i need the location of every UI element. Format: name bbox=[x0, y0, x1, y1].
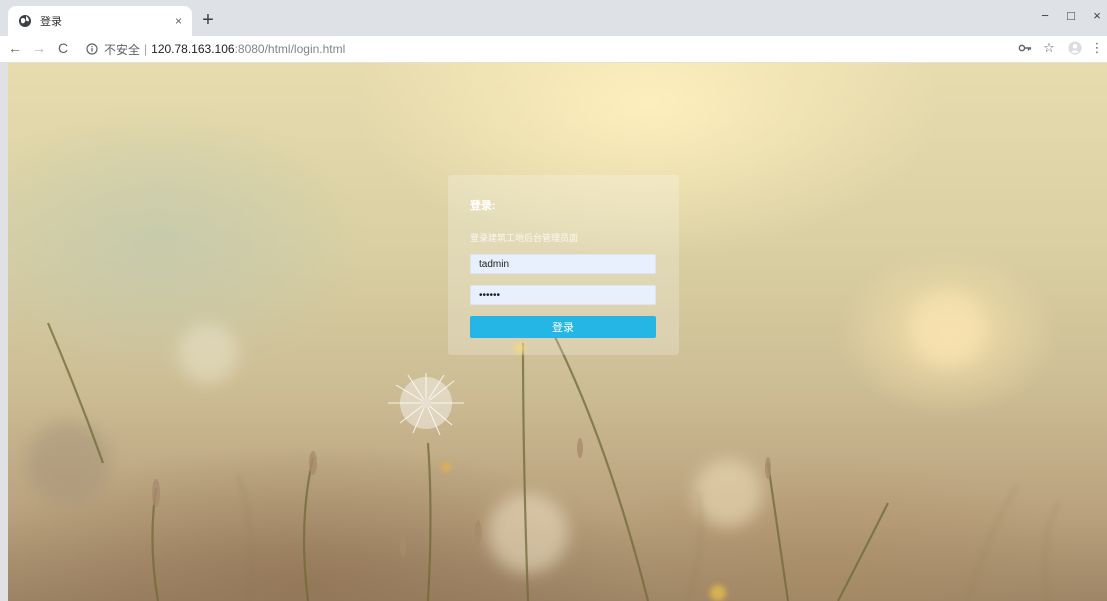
security-label: 不安全 bbox=[104, 42, 141, 57]
tab-close-icon[interactable]: × bbox=[175, 14, 182, 28]
close-window-button[interactable]: × bbox=[1087, 8, 1107, 23]
login-button[interactable]: 登录 bbox=[470, 316, 656, 338]
page-viewport: 登录: 登录建筑工地后台管理员面 登录 bbox=[8, 63, 1107, 601]
maximize-button[interactable]: □ bbox=[1061, 8, 1081, 23]
minimize-button[interactable]: − bbox=[1035, 8, 1055, 23]
profile-icon[interactable] bbox=[1066, 39, 1084, 57]
key-icon[interactable] bbox=[1016, 39, 1034, 57]
login-subtitle: 登录建筑工地后台管理员面 bbox=[470, 233, 579, 243]
tab-title: 登录 bbox=[40, 16, 62, 28]
info-icon[interactable] bbox=[86, 43, 98, 55]
tab-strip: 登录 × + − □ × bbox=[0, 0, 1107, 36]
address-bar[interactable]: 不安全 | 120.78.163.106 :8080/html/login.ht… bbox=[86, 38, 1006, 60]
password-input[interactable] bbox=[470, 285, 656, 305]
star-icon[interactable]: ☆ bbox=[1040, 39, 1058, 57]
browser-tab[interactable]: 登录 × bbox=[8, 6, 192, 36]
new-tab-button[interactable]: + bbox=[197, 10, 219, 32]
forward-button[interactable]: → bbox=[30, 40, 48, 56]
username-input[interactable] bbox=[470, 254, 656, 274]
login-panel: 登录: 登录建筑工地后台管理员面 登录 bbox=[448, 175, 679, 355]
back-button[interactable]: ← bbox=[6, 40, 24, 56]
url-path: :8080/html/login.html bbox=[234, 42, 346, 56]
menu-icon[interactable]: ⋮ bbox=[1088, 39, 1106, 57]
url-host: 120.78.163.106 bbox=[151, 42, 235, 56]
browser-toolbar: ← → C 不安全 | 120.78.163.106 :8080/html/lo… bbox=[0, 36, 1107, 63]
address-separator: | bbox=[144, 42, 148, 56]
reload-button[interactable]: C bbox=[54, 40, 72, 56]
globe-icon bbox=[19, 15, 31, 27]
login-title: 登录: bbox=[470, 200, 496, 212]
